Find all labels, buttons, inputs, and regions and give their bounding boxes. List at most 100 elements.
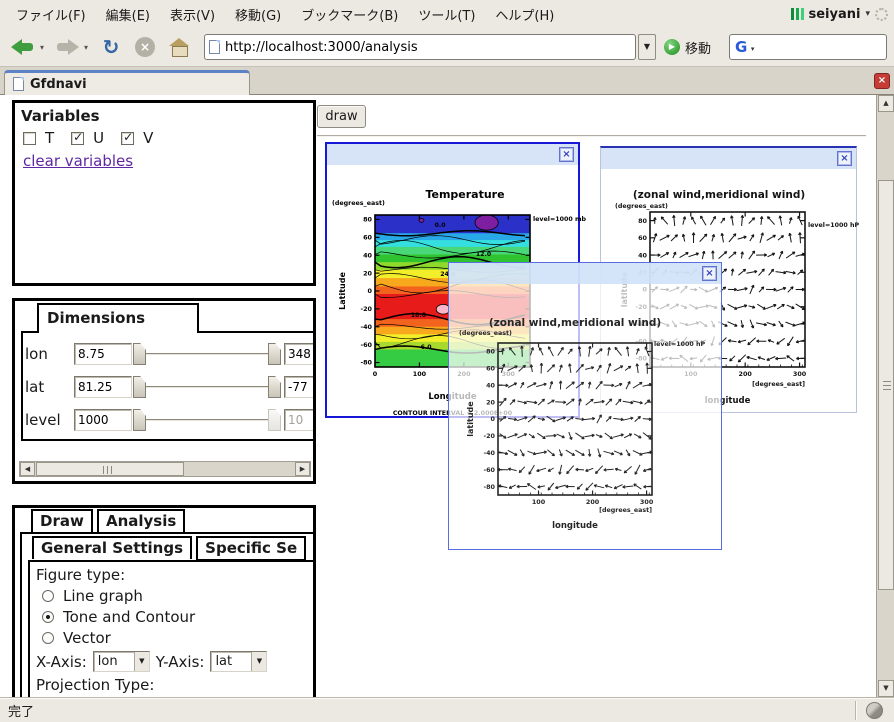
projection-type-label: Projection Type: — [36, 676, 316, 694]
search-box[interactable]: G — [729, 34, 887, 60]
dimension-max-input[interactable] — [284, 409, 316, 431]
variables-title: Variables — [21, 107, 313, 125]
url-bar[interactable] — [204, 34, 636, 60]
back-button[interactable] — [6, 31, 40, 63]
draw-tab-content: General Settings Specific Se Figure type… — [20, 532, 316, 697]
grip-icon — [883, 381, 891, 391]
svg-text:20: 20 — [486, 398, 495, 406]
scroll-down-icon[interactable]: ▼ — [878, 680, 894, 697]
radio-vector[interactable] — [42, 632, 54, 644]
tab-bar: Gfdnavi × — [0, 67, 894, 95]
slider-handle-min[interactable] — [133, 409, 146, 431]
window-close-icon[interactable]: × — [837, 151, 852, 166]
dimensions-panel: Dimensions lon lat level — [12, 298, 316, 484]
url-input[interactable] — [225, 40, 631, 55]
dimension-min-input[interactable] — [74, 343, 132, 365]
menu-bookmarks[interactable]: ブックマーク(B) — [291, 1, 408, 28]
chevron-down-icon: ▼ — [134, 652, 149, 671]
window-titlebar[interactable]: × — [327, 144, 578, 165]
variable-checkbox-u[interactable] — [71, 132, 84, 145]
tab-general-settings[interactable]: General Settings — [32, 536, 192, 559]
scrollbar-thumb[interactable] — [878, 180, 894, 590]
scroll-left-icon[interactable]: ◀ — [20, 462, 35, 476]
back-dropdown[interactable]: ▾ — [40, 43, 50, 52]
radio-tone-and-contour[interactable] — [42, 611, 54, 623]
dimension-max-input[interactable] — [284, 343, 316, 365]
slider-handle-max[interactable] — [268, 343, 281, 365]
window-close-icon[interactable]: × — [702, 266, 717, 281]
figure-type-option: Vector — [42, 629, 316, 647]
settings-tabs: General Settings Specific Se — [32, 536, 306, 561]
dimension-row-level: level — [15, 409, 313, 431]
menu-edit[interactable]: 編集(E) — [96, 1, 160, 28]
window-titlebar[interactable]: × — [601, 148, 856, 169]
clear-variables-link[interactable]: clear variables — [23, 152, 133, 170]
svg-text:longitude: longitude — [552, 521, 598, 531]
slider-track[interactable] — [146, 386, 268, 388]
tab-draw[interactable]: Draw — [31, 509, 93, 532]
dimension-label: lon — [25, 345, 48, 363]
menu-help[interactable]: ヘルプ(H) — [485, 1, 564, 28]
svg-text:level=1000 hP: level=1000 hP — [654, 341, 705, 348]
variable-checkbox-t[interactable] — [23, 132, 36, 145]
go-icon: ▶ — [664, 39, 680, 55]
svg-text:(degrees_east): (degrees_east) — [332, 200, 385, 207]
dimension-max-input[interactable] — [284, 376, 316, 398]
svg-text:0: 0 — [368, 287, 373, 295]
forward-button[interactable] — [50, 31, 84, 63]
firefox-window: ファイル(F) 編集(E) 表示(V) 移動(G) ブックマーク(B) ツール(… — [0, 0, 894, 722]
reload-button[interactable]: ↻ — [94, 31, 128, 63]
google-icon[interactable]: G — [735, 39, 747, 55]
window-titlebar[interactable]: × — [449, 263, 721, 284]
hscrollbar-thumb[interactable] — [36, 462, 184, 476]
search-input[interactable] — [751, 40, 894, 55]
stop-button[interactable]: × — [128, 31, 162, 63]
go-button[interactable]: ▶ 移動 — [656, 32, 719, 62]
menu-file[interactable]: ファイル(F) — [6, 1, 96, 28]
slider-track[interactable] — [146, 419, 268, 421]
scroll-right-icon[interactable]: ▶ — [295, 462, 310, 476]
tab-specific-settings[interactable]: Specific Se — [196, 536, 306, 561]
page-scrollbar[interactable]: ▲ ▼ — [876, 95, 894, 697]
menu-go[interactable]: 移動(G) — [225, 1, 291, 28]
tab-gfdnavi[interactable]: Gfdnavi — [4, 70, 250, 95]
url-dropdown-button[interactable]: ▼ — [638, 34, 656, 60]
tab-close-button[interactable]: × — [874, 73, 890, 89]
x-axis-select[interactable]: lon ▼ — [93, 651, 150, 672]
radio-line-graph[interactable] — [42, 590, 54, 602]
slider-track[interactable] — [146, 353, 268, 355]
variable-checkbox-v[interactable] — [121, 132, 134, 145]
navigation-toolbar: ▾ ▾ ↻ × ▼ ▶ 移動 G — [0, 28, 894, 67]
chevron-down-icon: ▾ — [865, 9, 870, 19]
slider-handle-max[interactable] — [268, 376, 281, 398]
forward-dropdown[interactable]: ▾ — [84, 43, 94, 52]
dimension-row-lon: lon — [15, 343, 313, 365]
slider-handle-min[interactable] — [133, 343, 146, 365]
svg-text:-40: -40 — [360, 323, 372, 331]
home-button[interactable] — [162, 31, 196, 63]
menu-tools[interactable]: ツール(T) — [408, 1, 485, 28]
dimension-min-input[interactable] — [74, 409, 132, 431]
throbber-icon — [875, 8, 888, 21]
draw-button[interactable]: draw — [317, 105, 366, 128]
slider-handle-max[interactable] — [268, 409, 281, 431]
svg-text:40: 40 — [638, 251, 647, 259]
svg-text:60: 60 — [638, 234, 647, 242]
dimensions-hscrollbar[interactable]: ◀ ▶ — [19, 461, 311, 477]
svg-text:300: 300 — [640, 498, 654, 506]
window-close-icon[interactable]: × — [559, 147, 574, 162]
draw-panel-tabs: Draw Analysis — [31, 509, 185, 534]
dimension-min-input[interactable] — [74, 376, 132, 398]
menu-view[interactable]: 表示(V) — [160, 1, 225, 28]
tab-analysis[interactable]: Analysis — [97, 509, 185, 534]
draw-panel: Draw Analysis General Settings Specific … — [12, 505, 316, 697]
back-icon — [11, 39, 35, 55]
status-bar: 完了 — [0, 697, 894, 722]
scroll-up-icon[interactable]: ▲ — [878, 95, 894, 112]
user-menu[interactable]: seiyani — [809, 7, 861, 22]
svg-text:[degrees_east]: [degrees_east] — [752, 381, 805, 388]
slider-handle-min[interactable] — [133, 376, 146, 398]
axis-selectors: X-Axis: lon ▼ Y-Axis: lat ▼ — [36, 651, 316, 672]
y-axis-select[interactable]: lat ▼ — [210, 651, 267, 672]
grip-icon — [103, 466, 113, 474]
